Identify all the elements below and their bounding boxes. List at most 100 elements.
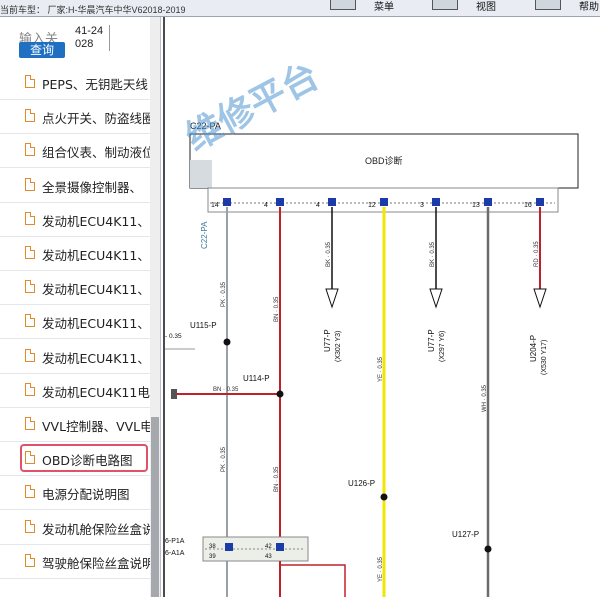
search-area: 输入关 41-24028 查询 <box>0 17 150 61</box>
list-item-label: VVL控制器、VVL电 <box>42 419 150 434</box>
document-icon <box>25 485 35 499</box>
bottom-pin-43: 43 <box>265 554 272 560</box>
connector-pin-number: 13 <box>472 202 480 209</box>
list-item[interactable]: VVL控制器、VVL电 <box>0 408 150 442</box>
list-item[interactable]: 发动机ECU4K11、 <box>0 305 150 340</box>
circuit-list-panel: 输入关 41-24028 查询 PEPS、无钥匙天线 点火开关、防盗线圈 组合仪表、… <box>0 17 161 597</box>
connector-pin <box>328 198 336 206</box>
list-item-label: 组合仪表、制动液位 <box>42 145 150 161</box>
wire-label-bk-1: BK · 0.35 <box>326 241 332 267</box>
connector-pin <box>276 198 284 206</box>
list-item[interactable]: 发动机ECU4K11、 <box>0 237 150 271</box>
list-item[interactable]: 点火开关、防盗线圈 <box>0 100 150 135</box>
document-icon <box>25 314 35 328</box>
document-icon <box>25 417 35 430</box>
wire-label-rd-1: RD · 0.35 <box>534 241 540 267</box>
bottom-connector-1: 6-P1A <box>165 538 185 545</box>
view-button-label: 视图 <box>476 2 496 13</box>
dest-1-name: U77-P <box>323 329 332 352</box>
document-icon <box>25 75 35 88</box>
rd-arrow <box>533 288 547 309</box>
bk-arrow-right <box>429 288 443 309</box>
left-terminal <box>171 389 177 399</box>
module-title: OBD诊断 <box>365 155 403 166</box>
bottom-pin-38: 38 <box>209 544 216 550</box>
document-icon <box>25 177 35 191</box>
list-item[interactable]: OBD诊断电路图 <box>0 442 150 477</box>
side-connector-label: C22-PA <box>200 221 209 249</box>
list-item[interactable]: 驾驶舱保险丝盒说明 <box>0 545 150 579</box>
list-item-label: 发动机ECU4K11、 <box>42 316 150 332</box>
list-scrollbar[interactable] <box>150 17 160 597</box>
list-item[interactable]: 发动机ECU4K11、 <box>0 340 150 374</box>
dest-3-ref: (X530 Y17) <box>541 340 548 375</box>
wire-label-bk-2: BK · 0.35 <box>430 241 436 267</box>
node-u127-label: U127-P <box>452 530 479 539</box>
dest-3-name: U204-P <box>529 335 538 362</box>
document-icon <box>25 382 35 396</box>
wire-label-wh-1: WH · 0.35 <box>482 384 488 412</box>
list-item-label: 点火开关、防盗线圈 <box>42 111 150 127</box>
selection-highlight <box>20 444 148 473</box>
document-icon <box>25 143 35 157</box>
dest-1-ref: (X302 Y3) <box>335 331 342 362</box>
list-item-label: 发动机ECU4K11、 <box>42 350 150 366</box>
bottom-pin-right <box>276 543 284 551</box>
list-item[interactable]: 全景摄像控制器、 <box>0 169 150 203</box>
splice-u127 <box>484 545 492 553</box>
help-button-label: 帮助 <box>579 2 599 13</box>
list-item[interactable]: 发动机舱保险丝盒说 <box>0 511 150 545</box>
bottom-pin-39: 39 <box>209 554 216 560</box>
wiring-diagram-viewer[interactable]: OBD诊断 C22-PA 14 4 4 12 3 13 16 U115-P U114-P U… <box>163 17 600 597</box>
list-item-label: 电源分配说明图 <box>42 487 130 503</box>
bottom-red-trace <box>279 561 346 597</box>
splice-u115 <box>223 338 231 346</box>
splice-u114 <box>276 390 284 398</box>
node-u126-label: U126-P <box>348 479 375 488</box>
help-icon <box>535 0 561 10</box>
menu-icon <box>330 0 356 10</box>
left-size-label: - 0.35 <box>165 333 182 340</box>
list-item-label: 发动机ECU4K11、 <box>42 248 150 263</box>
list-item[interactable]: 发动机ECU4K11、 <box>0 271 150 306</box>
scrollbar-thumb[interactable] <box>151 417 159 597</box>
menu-button-label: 菜单 <box>374 2 394 13</box>
node-u115-label: U115-P <box>190 321 217 330</box>
list-item-label: 发动机舱保险丝盒说 <box>42 521 150 537</box>
list-item-label: 全景摄像控制器、 <box>42 179 143 195</box>
bk-arrow-left <box>325 288 339 309</box>
top-toolbar: 当前车型： 厂家:H-华晨汽车中华V62018-2019 菜单 视图 帮助 <box>0 0 600 17</box>
document-icon <box>25 211 35 225</box>
connector-pin <box>536 198 544 206</box>
wire-label-ye-2: YE · 0.35 <box>378 556 384 582</box>
wire-label-bn-2: BN · 0.35 <box>274 466 280 492</box>
query-button[interactable]: 查询 <box>19 42 65 58</box>
list-item-label: PEPS、无钥匙天线 <box>42 77 148 92</box>
splice-u126 <box>380 493 388 501</box>
list-item-label: 发动机ECU4K11、 <box>42 282 150 298</box>
document-icon <box>25 553 35 567</box>
wire-label-ye-1: YE · 0.35 <box>378 356 384 382</box>
bottom-connector-2: 6-A1A <box>165 550 185 557</box>
list-item-label: 驾驶舱保险丝盒说明 <box>42 555 150 571</box>
search-code-value[interactable]: 41-24028 <box>75 25 110 51</box>
list-item[interactable]: 组合仪表、制动液位 <box>0 134 150 169</box>
dest-2-name: U77-P <box>427 329 436 352</box>
connector-pin <box>223 198 231 206</box>
vehicle-model-text: 当前车型： 厂家:H-华晨汽车中华V62018-2019 <box>0 5 186 15</box>
bottom-pin-42: 42 <box>265 544 272 550</box>
connector-pin-number: 3 <box>420 202 424 209</box>
connector-pin-number: 12 <box>368 202 376 209</box>
list-item[interactable]: 发动机ECU4K11、 <box>0 203 150 237</box>
connector-pin-number: 4 <box>316 202 320 209</box>
document-icon <box>25 348 35 362</box>
connector-pin-number: 14 <box>211 202 219 209</box>
document-icon <box>25 280 35 294</box>
document-icon <box>25 519 35 533</box>
document-icon <box>25 246 35 259</box>
list-item[interactable]: 电源分配说明图 <box>0 476 150 511</box>
list-item[interactable]: 发动机ECU4K11电 <box>0 374 150 408</box>
connector-pin-number: 16 <box>524 202 532 209</box>
list-item[interactable]: PEPS、无钥匙天线 <box>0 66 150 100</box>
wire-label-bn-1: BN · 0.35 <box>274 296 280 322</box>
